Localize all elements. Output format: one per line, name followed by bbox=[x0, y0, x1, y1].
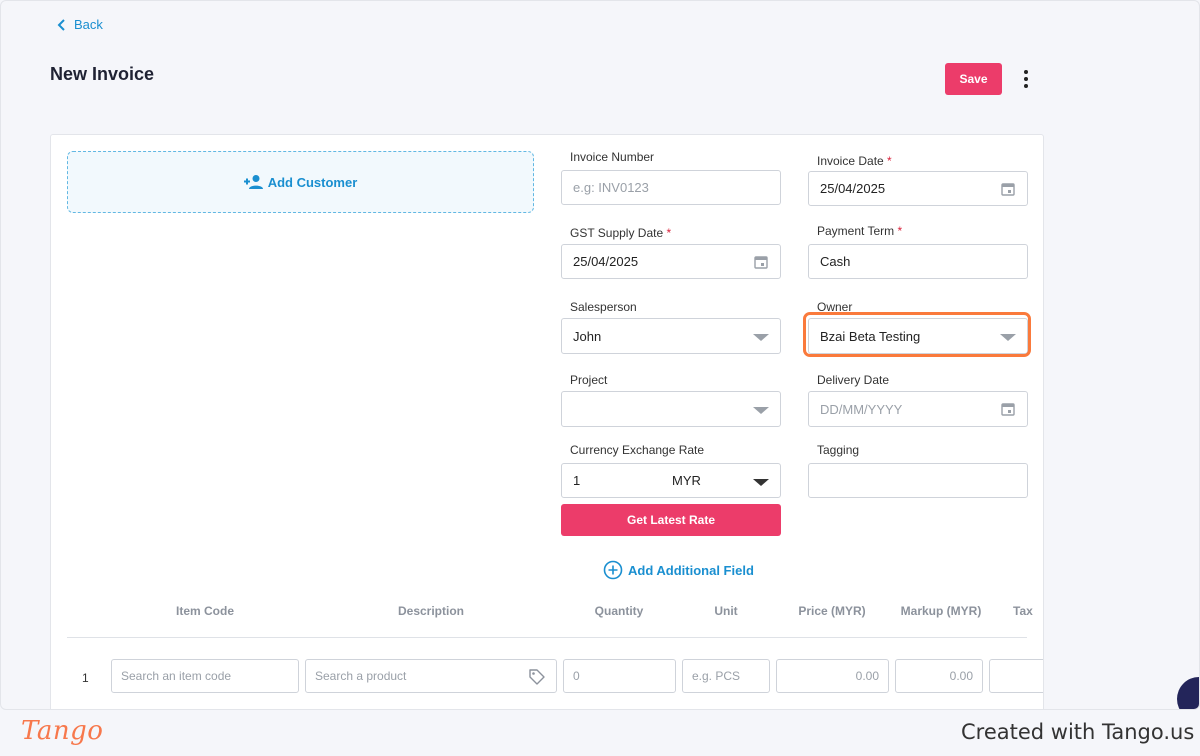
page-title: New Invoice bbox=[50, 64, 155, 84]
quantity-input[interactable]: 0 bbox=[563, 659, 676, 693]
salesperson-label: Salesperson bbox=[570, 300, 637, 314]
tagging-label: Tagging bbox=[817, 443, 860, 457]
currency-rate-label: Currency Exchange Rate bbox=[570, 443, 705, 457]
chat-widget-button[interactable] bbox=[1177, 677, 1199, 709]
markup-input[interactable]: 0.00 bbox=[895, 659, 983, 693]
plus-circle-icon bbox=[603, 560, 623, 580]
row-number: 1 bbox=[82, 671, 89, 685]
add-customer-label: Add Customer bbox=[267, 174, 358, 190]
chevron-down-icon bbox=[753, 407, 769, 414]
save-button[interactable]: Save bbox=[945, 63, 1002, 95]
invoice-number-input[interactable]: e.g: INV0123 bbox=[561, 170, 781, 205]
add-person-icon bbox=[243, 175, 263, 189]
app-frame: Back New Invoice Save Add Customer Invoi… bbox=[0, 0, 1200, 710]
add-additional-field-button[interactable]: Add Additional Field bbox=[603, 560, 754, 580]
gst-supply-date-input[interactable]: 25/04/2025 bbox=[561, 244, 781, 279]
calendar-icon[interactable] bbox=[1001, 182, 1015, 196]
get-latest-rate-button[interactable]: Get Latest Rate bbox=[561, 504, 781, 536]
column-header-description: Description bbox=[397, 604, 464, 618]
delivery-date-label: Delivery Date bbox=[817, 373, 890, 387]
column-header-price: Price (MYR) bbox=[798, 604, 866, 618]
calendar-icon[interactable] bbox=[1001, 402, 1015, 416]
column-header-markup: Markup (MYR) bbox=[900, 604, 982, 618]
tango-logo: Tango bbox=[21, 716, 104, 746]
currency-code[interactable]: MYR bbox=[672, 473, 701, 488]
owner-select[interactable]: Bzai Beta Testing bbox=[808, 318, 1028, 354]
table-header-divider bbox=[67, 637, 1027, 638]
project-select[interactable] bbox=[561, 391, 781, 427]
add-additional-field-label: Add Additional Field bbox=[628, 562, 754, 578]
salesperson-select[interactable]: John bbox=[561, 318, 781, 354]
product-search-input[interactable]: Search a product bbox=[305, 659, 557, 693]
chevron-down-icon[interactable] bbox=[753, 479, 769, 486]
delivery-date-input[interactable]: DD/MM/YYYY bbox=[808, 391, 1028, 427]
payment-term-input[interactable]: Cash bbox=[808, 244, 1028, 279]
project-label: Project bbox=[570, 373, 608, 387]
owner-label: Owner bbox=[817, 300, 853, 314]
back-label: Back bbox=[74, 17, 103, 32]
price-input[interactable]: 0.00 bbox=[776, 659, 889, 693]
chevron-down-icon bbox=[1000, 334, 1016, 341]
chevron-left-icon bbox=[57, 18, 65, 31]
tag-icon[interactable] bbox=[528, 668, 546, 686]
tagging-input[interactable] bbox=[808, 463, 1028, 498]
tax-input[interactable] bbox=[989, 659, 1043, 693]
unit-input[interactable]: e.g. PCS bbox=[682, 659, 770, 693]
exchange-rate-value: 1 bbox=[573, 473, 581, 488]
invoice-form-card: Add Customer Invoice Number e.g: INV0123… bbox=[50, 134, 1044, 709]
chevron-down-icon bbox=[753, 334, 769, 341]
gst-supply-date-label: GST Supply Date * bbox=[570, 226, 672, 240]
column-header-tax: Tax bbox=[1013, 604, 1033, 618]
item-code-search-input[interactable]: Search an item code bbox=[111, 659, 299, 693]
invoice-date-input[interactable]: 25/04/2025 bbox=[808, 171, 1028, 206]
payment-term-label: Payment Term * bbox=[817, 224, 903, 238]
back-link[interactable]: Back bbox=[57, 17, 103, 32]
column-header-quantity: Quantity bbox=[594, 604, 644, 618]
tango-credit: Created with Tango.us bbox=[961, 720, 1195, 744]
currency-rate-input[interactable]: 1 MYR bbox=[561, 463, 781, 498]
add-customer-button[interactable]: Add Customer bbox=[67, 151, 534, 213]
column-header-item-code: Item Code bbox=[175, 604, 234, 618]
calendar-icon[interactable] bbox=[754, 255, 768, 269]
more-options-icon[interactable] bbox=[1014, 67, 1038, 91]
column-header-unit: Unit bbox=[714, 604, 738, 618]
invoice-number-label: Invoice Number bbox=[570, 150, 655, 164]
invoice-date-label: Invoice Date * bbox=[817, 154, 892, 168]
